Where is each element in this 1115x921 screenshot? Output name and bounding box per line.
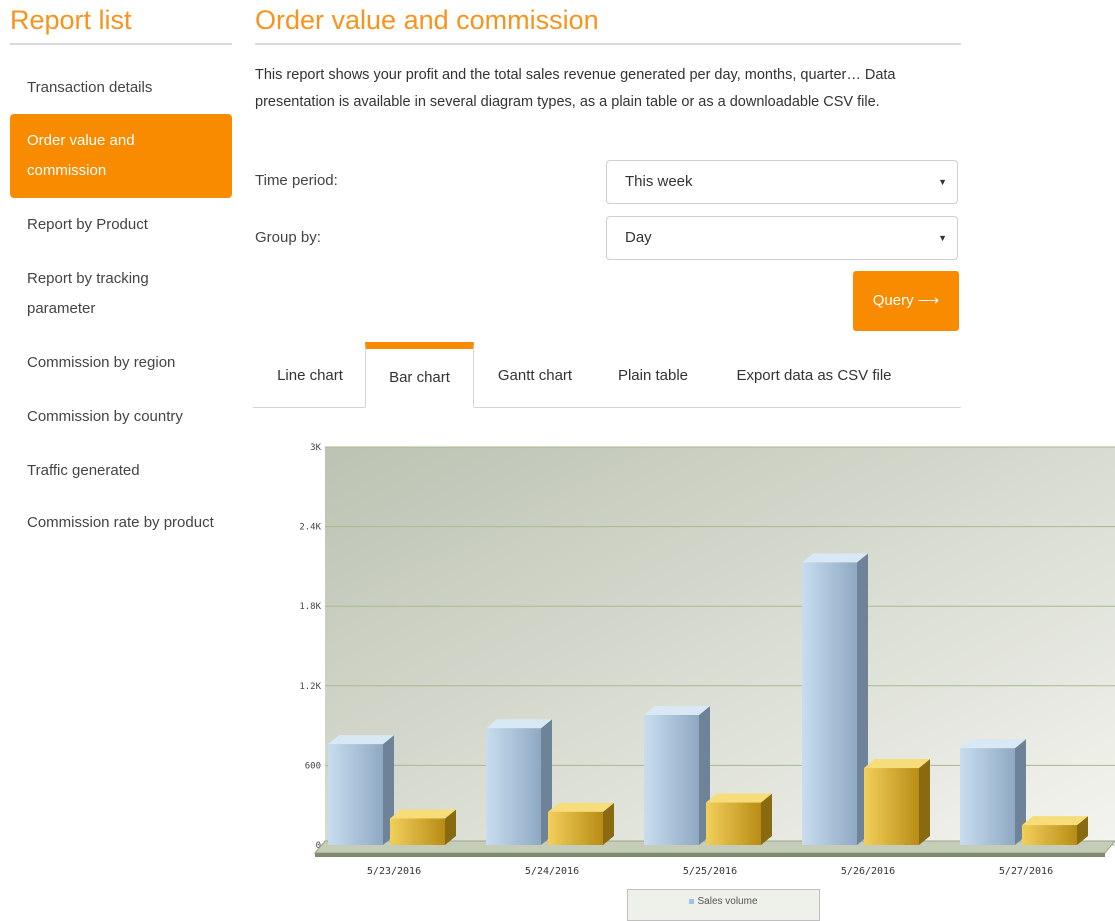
chart-legend: Sales volume	[627, 889, 820, 921]
x-tick-label: 5/23/2016	[367, 866, 421, 877]
tab-bar-chart[interactable]: Bar chart	[365, 342, 474, 408]
bar-top	[328, 735, 394, 745]
bar-top	[644, 705, 710, 715]
sidebar-item-order-value-and-commission[interactable]: Order value and commission	[10, 114, 232, 198]
bar-side	[761, 793, 772, 845]
time-period-select[interactable]: This week ▼	[606, 160, 958, 204]
time-period-value: This week	[625, 173, 693, 190]
sidebar-item-commission-by-country[interactable]: Commission by country	[10, 402, 232, 432]
tab-export-csv[interactable]: Export data as CSV file	[722, 350, 906, 408]
page-title: Order value and commission	[255, 2, 961, 45]
chevron-down-icon: ▼	[938, 233, 947, 243]
bar	[486, 728, 541, 845]
sidebar-item-report-by-product[interactable]: Report by Product	[10, 210, 232, 240]
legend-swatch	[689, 898, 695, 904]
bar	[706, 802, 761, 845]
y-tick-label: 3K	[310, 443, 321, 453]
sidebar-item-traffic-generated[interactable]: Traffic generated	[10, 456, 232, 486]
x-tick-label: 5/27/2016	[999, 866, 1053, 877]
time-period-label: Time period:	[255, 172, 338, 189]
y-tick-label: 1.8K	[299, 602, 321, 612]
bar-top	[802, 553, 868, 563]
y-tick-label: 600	[305, 761, 321, 771]
chart-floor-edge	[315, 853, 1105, 857]
x-tick-label: 5/26/2016	[841, 866, 895, 877]
bar-top	[864, 759, 930, 769]
report-list-title: Report list	[10, 2, 232, 45]
bar-top	[1022, 816, 1088, 826]
sidebar-item-commission-by-region[interactable]: Commission by region	[10, 348, 232, 378]
bar	[328, 744, 383, 845]
bar	[960, 748, 1015, 845]
group-by-select[interactable]: Day ▼	[606, 216, 958, 260]
chevron-down-icon: ▼	[938, 177, 947, 187]
sidebar-item-commission-rate-by-product[interactable]: Commission rate by product	[10, 508, 232, 538]
bar-chart: 06001.2K1.8K2.4K3K5/23/2016 5/24/2016 5/25…	[299, 443, 1115, 877]
tab-line-chart[interactable]: Line chart	[262, 350, 358, 408]
bar-top	[548, 802, 614, 812]
legend-label-sales-volume: Sales volume	[697, 896, 758, 907]
bar-side	[919, 759, 930, 845]
bar	[644, 714, 699, 845]
bar	[802, 562, 857, 845]
bar-top	[706, 793, 772, 803]
sidebar-item-transaction-details[interactable]: Transaction details	[10, 73, 232, 103]
y-tick-label: 2.4K	[299, 523, 321, 533]
report-description: This report shows your profit and the to…	[255, 67, 896, 110]
x-tick-label: 5/25/2016	[683, 866, 737, 877]
bar	[1022, 825, 1077, 845]
bar-top	[486, 719, 552, 729]
tab-gantt-chart[interactable]: Gantt chart	[485, 350, 585, 408]
group-by-label: Group by:	[255, 229, 321, 246]
group-by-value: Day	[625, 229, 652, 246]
bar-top	[390, 809, 456, 819]
sidebar-item-report-by-tracking-parameter[interactable]: Report by tracking parameter	[10, 264, 232, 324]
bar	[548, 811, 603, 845]
query-button[interactable]: Query ⟶	[853, 271, 959, 331]
bar	[864, 768, 919, 845]
bar	[390, 818, 445, 845]
y-tick-label: 1.2K	[299, 682, 321, 692]
bar-top	[960, 739, 1026, 749]
x-tick-label: 5/24/2016	[525, 866, 579, 877]
tab-plain-table[interactable]: Plain table	[603, 350, 703, 408]
